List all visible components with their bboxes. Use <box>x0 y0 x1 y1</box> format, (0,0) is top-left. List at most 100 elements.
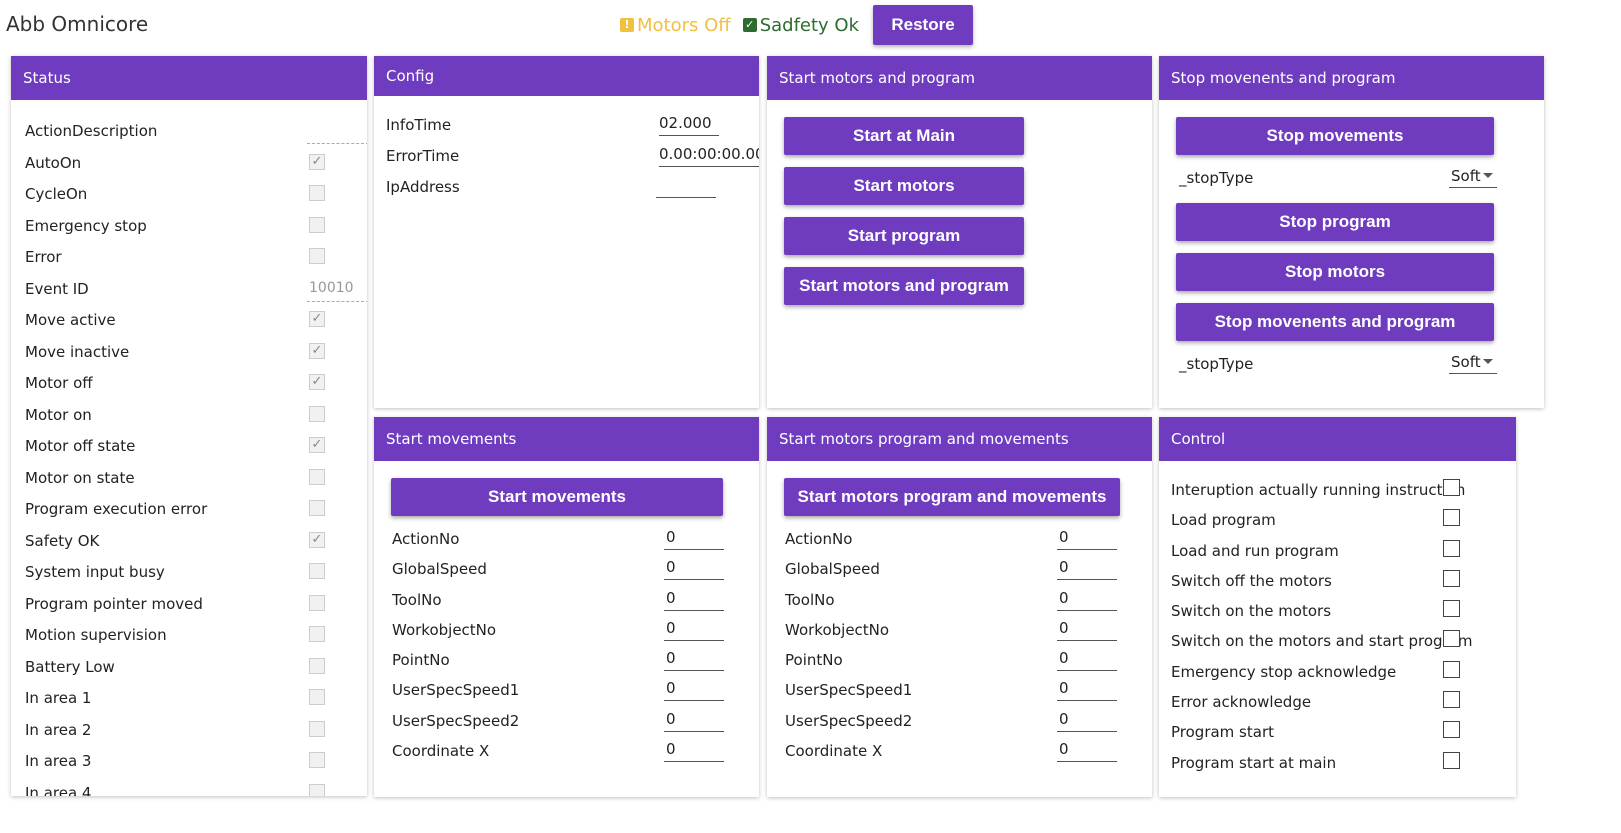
status-checkbox: ✓ <box>309 437 325 453</box>
status-checkbox <box>309 216 325 233</box>
control-checkbox[interactable] <box>1443 479 1460 496</box>
status-label: In area 1 <box>25 689 92 707</box>
control-row-program-start-at-main: Program start at main <box>1159 746 1516 776</box>
event-id-divider <box>307 300 367 302</box>
field-label: UserSpecSpeed1 <box>392 681 520 700</box>
status-label: Motor off state <box>25 437 136 455</box>
control-row-program-start: Program start <box>1159 715 1516 745</box>
start-mpm-header: Start motors program and movements <box>767 417 1152 461</box>
control-label: Error acknowledge <box>1171 693 1312 712</box>
field-input-workobjectno[interactable]: 0 <box>664 619 724 641</box>
stop-all-button[interactable]: Stop movenents and program <box>1176 303 1494 341</box>
start-motors-button[interactable]: Start motors <box>784 167 1024 205</box>
start-mpm-button[interactable]: Start motors program and movements <box>784 478 1120 516</box>
field-input-coordinate-x[interactable]: 0 <box>664 740 724 763</box>
config-input-errortime[interactable]: 0.00:00:00.000 <box>659 145 759 167</box>
status-row-motion-supervision: Motion supervision <box>11 618 367 650</box>
action-description-label: ActionDescription <box>25 122 158 140</box>
status-row-in-area-3: In area 3 <box>11 744 367 776</box>
restore-button[interactable]: Restore <box>873 5 974 45</box>
status-checkbox <box>309 185 325 201</box>
config-fields: InfoTime 02.000 ErrorTime 0.00:00:00.000 IpA… <box>374 96 759 201</box>
field-input-actionno[interactable]: 0 <box>1057 528 1117 550</box>
field-input-userspecspeed1[interactable]: 0 <box>1057 679 1117 702</box>
start-movements-button[interactable]: Start movements <box>391 478 723 516</box>
field-input-pointno[interactable]: 0 <box>664 649 724 672</box>
control-checkbox[interactable] <box>1443 600 1460 618</box>
control-list: Interuption actually running instruction… <box>1159 461 1516 776</box>
field-input-coordinate-x[interactable]: 0 <box>1057 740 1117 763</box>
field-input-globalspeed[interactable]: 0 <box>1057 558 1117 581</box>
field-input-pointno[interactable]: 0 <box>1057 649 1117 672</box>
stop-motors-button[interactable]: Stop motors <box>1176 253 1494 291</box>
control-label: Load program <box>1171 511 1276 530</box>
config-row-errortime: ErrorTime 0.00:00:00.000 <box>374 139 759 170</box>
field-input-actionno[interactable]: 0 <box>664 528 724 550</box>
control-checkbox[interactable] <box>1443 630 1460 648</box>
action-description-divider <box>307 143 367 144</box>
field-row-actionno: ActionNo 0 <box>767 522 1152 552</box>
field-label: ActionNo <box>785 530 853 548</box>
field-row-pointno: PointNo 0 <box>767 643 1152 673</box>
stop-movements-button[interactable]: Stop movements <box>1176 117 1494 155</box>
start-buttons: Start at Main Start motors Start program St… <box>767 100 1152 305</box>
status-checkbox <box>309 500 325 516</box>
start-program-button[interactable]: Start program <box>784 217 1024 255</box>
status-label: Battery Low <box>25 657 115 676</box>
status-checkbox: ✓ <box>309 374 325 390</box>
field-row-workobjectno: WorkobjectNo 0 <box>374 613 759 643</box>
control-checkbox[interactable] <box>1443 691 1460 709</box>
status-bar: ! Motors Off ✓ Sadfety Ok Restore <box>620 4 974 46</box>
field-input-userspecspeed1[interactable]: 0 <box>664 679 724 702</box>
field-row-actionno: ActionNo 0 <box>374 522 759 552</box>
control-label: Switch on the motors and start program <box>1171 632 1473 651</box>
status-label: AutoOn <box>25 153 82 172</box>
control-panel: Control Interuption actually running ins… <box>1159 417 1516 797</box>
status-checkbox: ✓ <box>309 311 325 327</box>
field-label: ActionNo <box>392 530 460 548</box>
control-row-load-program: Load program <box>1159 503 1516 533</box>
control-checkbox[interactable] <box>1443 539 1460 557</box>
status-checkbox: ✓ <box>309 342 325 359</box>
status-checkbox <box>309 720 325 737</box>
status-row-emergency-stop: Emergency stop <box>11 209 367 241</box>
control-checkbox[interactable] <box>1443 721 1460 739</box>
warning-icon: ! <box>620 18 634 32</box>
control-label: Switch off the motors <box>1171 571 1332 590</box>
stop-panel-header: Stop movenents and program <box>1159 56 1544 100</box>
field-label: Coordinate X <box>392 742 490 761</box>
field-row-coordinate-x: Coordinate X 0 <box>767 734 1152 764</box>
stop-program-button[interactable]: Stop program <box>1176 203 1494 241</box>
stop-type-label-2: _stopType <box>1179 355 1254 373</box>
config-input-infotime[interactable]: 02.000 <box>659 114 719 136</box>
field-label: Coordinate X <box>785 742 883 761</box>
start-at-main-button[interactable]: Start at Main <box>784 117 1024 155</box>
stop-type-select-2[interactable]: Soft <box>1449 353 1497 374</box>
config-input-ipaddress[interactable] <box>656 176 716 198</box>
start-movements-header: Start movements <box>374 417 759 461</box>
field-row-globalspeed: GlobalSpeed 0 <box>374 552 759 582</box>
control-checkbox[interactable] <box>1443 509 1460 527</box>
control-label: Program start at main <box>1171 753 1337 772</box>
config-label: IpAddress <box>386 178 460 196</box>
start-motors-and-program-button[interactable]: Start motors and program <box>784 267 1024 305</box>
status-row-in-area-2: In area 2 <box>11 713 367 745</box>
control-checkbox[interactable] <box>1443 660 1460 678</box>
control-label: Emergency stop acknowledge <box>1171 662 1397 681</box>
status-row-motor-on-state: Motor on state <box>11 461 367 493</box>
safety-status: ✓ Sadfety Ok <box>742 15 859 36</box>
field-label: PointNo <box>785 651 843 670</box>
field-input-globalspeed[interactable]: 0 <box>664 558 724 581</box>
field-input-workobjectno[interactable]: 0 <box>1057 619 1117 641</box>
field-input-userspecspeed2[interactable]: 0 <box>664 710 724 732</box>
control-label: Switch on the motors <box>1171 602 1332 621</box>
start-mpm-panel: Start motors program and movements Start… <box>767 417 1152 797</box>
control-checkbox[interactable] <box>1443 751 1460 769</box>
status-checkbox: ✓ <box>309 531 325 548</box>
field-input-toolno[interactable]: 0 <box>664 589 724 611</box>
control-checkbox[interactable] <box>1443 569 1460 587</box>
field-input-userspecspeed2[interactable]: 0 <box>1057 710 1117 732</box>
app-title: Abb Omnicore <box>6 12 149 36</box>
stop-type-select[interactable]: Soft <box>1449 167 1497 188</box>
field-input-toolno[interactable]: 0 <box>1057 589 1117 611</box>
